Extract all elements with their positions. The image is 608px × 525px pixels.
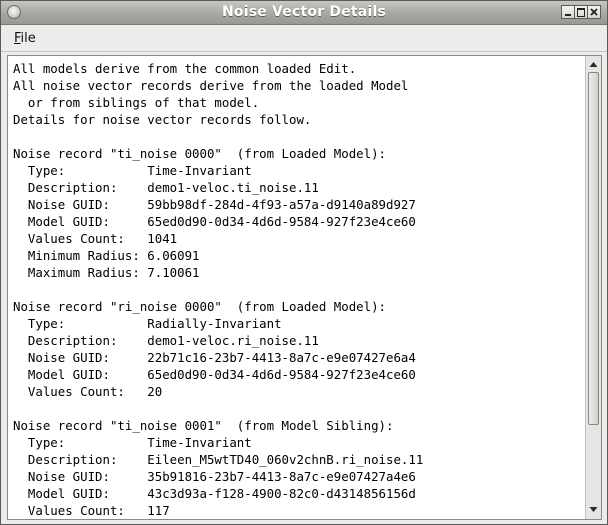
- details-line: Description: demo1-veloc.ri_noise.11: [13, 333, 319, 348]
- minimize-icon[interactable]: [561, 5, 575, 19]
- details-line: Noise GUID: 59bb98df-284d-4f93-a57a-d914…: [13, 197, 416, 212]
- details-line: Model GUID: 65ed0d90-0d34-4d6d-9584-927f…: [13, 214, 416, 229]
- details-line: All noise vector records derive from the…: [13, 78, 409, 93]
- window-title: Noise Vector Details: [222, 4, 386, 20]
- details-line: Model GUID: 43c3d93a-f128-4900-82c0-d431…: [13, 486, 416, 501]
- details-line: Details for noise vector records follow.: [13, 112, 312, 127]
- details-line: Noise GUID: 35b91816-23b7-4413-8a7c-e9e0…: [13, 469, 416, 484]
- details-line: Type: Radially-Invariant: [13, 316, 282, 331]
- scrollbar-track[interactable]: [588, 72, 599, 502]
- arrow-down-icon[interactable]: [587, 503, 600, 516]
- details-line: Noise record "ti_noise 0000" (from Loade…: [13, 146, 386, 161]
- arrow-up-icon[interactable]: [587, 58, 600, 71]
- details-line: Description: demo1-veloc.ti_noise.11: [13, 180, 319, 195]
- details-line: All models derive from the common loaded…: [13, 61, 357, 76]
- details-line: or from siblings of that model.: [13, 95, 260, 110]
- details-line: Values Count: 20: [13, 384, 163, 399]
- details-line: Minimum Radius: 6.06091: [13, 248, 200, 263]
- vertical-scrollbar[interactable]: [585, 56, 601, 519]
- details-line: Noise record "ri_noise 0000" (from Loade…: [13, 299, 386, 314]
- details-line: Type: Time-Invariant: [13, 163, 252, 178]
- details-text-area[interactable]: All models derive from the common loaded…: [8, 56, 583, 519]
- menu-file-label-rest: ile: [20, 31, 36, 46]
- details-line: Noise GUID: 22b71c16-23b7-4413-8a7c-e9e0…: [13, 350, 416, 365]
- details-line: Description: Eileen_M5wtTD40_060v2chnB.r…: [13, 452, 424, 467]
- details-line: Type: Time-Invariant: [13, 435, 252, 450]
- details-line: Model GUID: 65ed0d90-0d34-4d6d-9584-927f…: [13, 367, 416, 382]
- close-icon[interactable]: [587, 5, 601, 19]
- menu-bar: File: [1, 25, 607, 52]
- details-text: All models derive from the common loaded…: [8, 56, 583, 519]
- details-line: Values Count: 1041: [13, 231, 178, 246]
- details-text-frame: All models derive from the common loaded…: [7, 55, 602, 520]
- maximize-icon[interactable]: [574, 5, 588, 19]
- details-line: Maximum Radius: 7.10061: [13, 265, 200, 280]
- details-line: Noise record "ti_noise 0001" (from Model…: [13, 418, 394, 433]
- details-line: Values Count: 117: [13, 503, 170, 518]
- scrollbar-thumb[interactable]: [588, 72, 599, 425]
- noise-vector-details-window: Noise Vector Details File All models der…: [0, 0, 608, 525]
- menu-file[interactable]: File: [10, 29, 40, 48]
- title-bar[interactable]: Noise Vector Details: [1, 1, 607, 25]
